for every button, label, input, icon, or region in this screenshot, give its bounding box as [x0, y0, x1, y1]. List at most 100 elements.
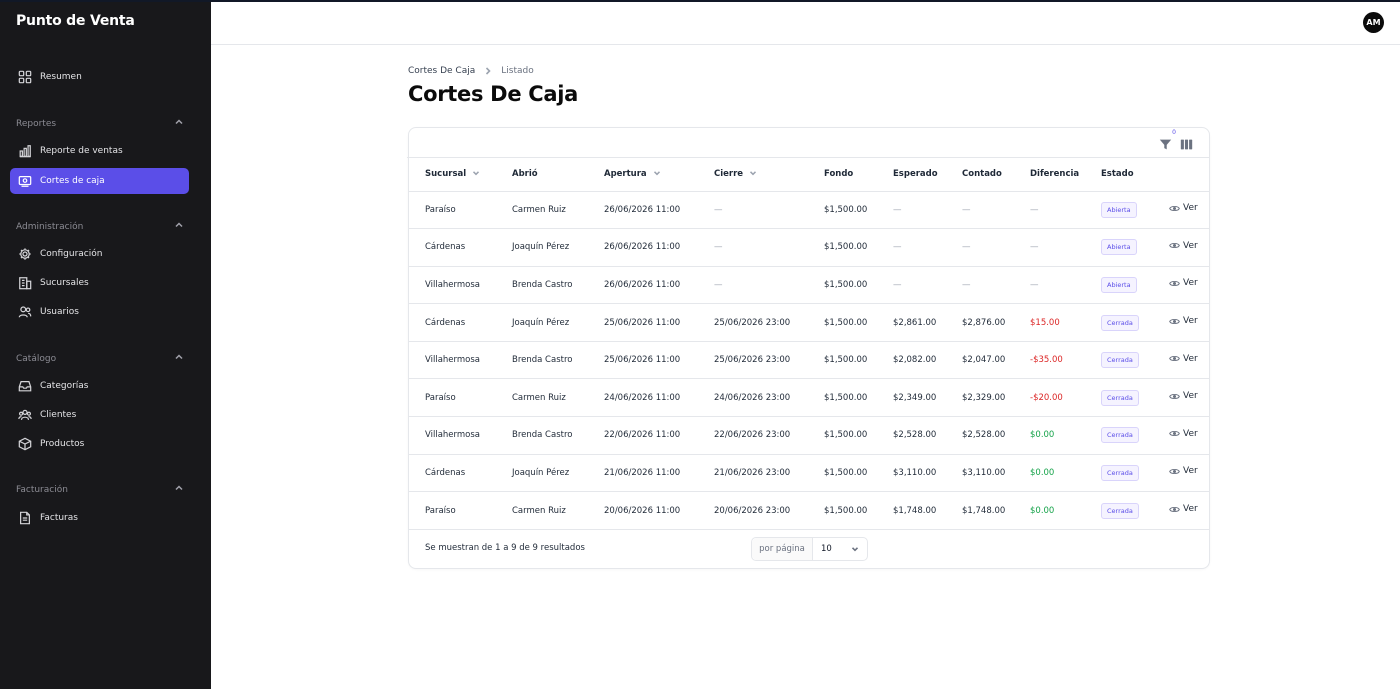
filter-icon[interactable] [1159, 136, 1173, 150]
view-button[interactable]: Ver [1169, 203, 1198, 214]
view-button-label: Ver [1183, 240, 1198, 251]
avatar[interactable]: AM [1363, 12, 1384, 33]
sidebar-item-clientes[interactable]: Clientes [10, 402, 189, 428]
table-row: Cárdenas Joaquín Pérez 25/06/2026 11:00 25/… [409, 303, 1209, 342]
fondo-value: $1,500.00 [824, 204, 868, 215]
sidebar-item-categorias[interactable]: Categorías [10, 373, 189, 399]
fondo-value: $1,500.00 [824, 467, 868, 478]
sidebar-item-sucursales[interactable]: Sucursales [10, 270, 189, 296]
sidebar-item-label: Configuración [40, 249, 103, 259]
view-button[interactable]: Ver [1169, 278, 1198, 289]
sidebar: Punto de Venta Resumen Reportes Reporte … [0, 0, 211, 689]
sidebar-item-resumen[interactable]: Resumen [10, 64, 189, 90]
cell-fondo: $1,500.00 [824, 191, 893, 230]
cierre-value: 25/06/2026 23:00 [714, 355, 791, 366]
filter-count-badge: 0 [1172, 129, 1176, 136]
view-button[interactable]: Ver [1169, 466, 1198, 477]
cell-contado: $1,748.00 [962, 491, 1030, 530]
section-facturacion[interactable]: Facturación [16, 483, 184, 496]
abrio-value: Joaquín Pérez [512, 467, 570, 478]
cell-esperado: — [893, 266, 962, 305]
view-button[interactable]: Ver [1169, 504, 1198, 515]
cell-sucursal: Cárdenas [409, 454, 512, 493]
cierre-value: 20/06/2026 23:00 [714, 505, 791, 516]
apertura-value: 26/06/2026 11:00 [604, 242, 681, 253]
cell-actions: Ver [1169, 454, 1209, 493]
page-title: Cortes De Caja [408, 82, 579, 106]
cell-estado: Cerrada [1101, 491, 1169, 530]
cierre-value: — [714, 242, 723, 253]
diferencia-value: $15.00 [1030, 317, 1060, 328]
cell-sucursal: Villahermosa [409, 266, 512, 305]
cell-fondo: $1,500.00 [824, 491, 893, 530]
columns-icon[interactable] [1180, 136, 1194, 150]
view-button[interactable]: Ver [1169, 240, 1198, 251]
cell-cierre: 21/06/2026 23:00 [714, 454, 824, 493]
status-badge: Abierta [1101, 276, 1137, 293]
eye-icon [1169, 393, 1180, 399]
contado-value: — [962, 242, 971, 253]
table-toolbar: 0 [407, 128, 1209, 158]
view-button[interactable]: Ver [1169, 316, 1198, 327]
user-group-icon [17, 408, 32, 423]
diferencia-value: $0.00 [1030, 467, 1055, 478]
cell-actions: Ver [1169, 228, 1209, 267]
table-row: Villahermosa Brenda Castro 22/06/2026 11:0… [409, 416, 1209, 455]
cell-fondo: $1,500.00 [824, 454, 893, 493]
sidebar-item-cortes-caja[interactable]: Cortes de caja [10, 168, 189, 194]
sidebar-item-reporte-ventas[interactable]: Reporte de ventas [10, 138, 189, 164]
cell-estado: Abierta [1101, 228, 1169, 267]
cell-apertura: 22/06/2026 11:00 [604, 416, 714, 455]
sidebar-item-label: Usuarios [40, 307, 79, 317]
eye-icon [1169, 431, 1180, 437]
eye-icon [1169, 280, 1180, 287]
view-button-label: Ver [1183, 391, 1198, 402]
sidebar-item-productos[interactable]: Productos [10, 431, 189, 457]
esperado-value: — [893, 279, 902, 290]
sidebar-item-facturas[interactable]: Facturas [10, 505, 189, 531]
contado-value: $2,876.00 [962, 317, 1006, 328]
sucursal-value: Paraíso [425, 204, 456, 215]
cell-fondo: $1,500.00 [824, 303, 893, 342]
sucursal-value: Paraíso [425, 505, 456, 516]
column-header-apertura[interactable]: Apertura [604, 158, 714, 192]
chevron-down-icon [466, 169, 480, 180]
cell-cierre: 25/06/2026 23:00 [714, 303, 824, 342]
top-header: AM [211, 2, 1400, 45]
cell-estado: Cerrada [1101, 303, 1169, 342]
view-button[interactable]: Ver [1169, 391, 1198, 402]
column-header-sucursal[interactable]: Sucursal [409, 158, 512, 192]
cell-abrio: Brenda Castro [512, 416, 604, 455]
view-button[interactable]: Ver [1169, 353, 1198, 364]
diferencia-value: — [1030, 204, 1039, 215]
cell-contado: — [962, 228, 1030, 267]
cell-sucursal: Paraíso [409, 491, 512, 530]
view-button[interactable]: Ver [1169, 428, 1198, 439]
table-row: Paraíso Carmen Ruiz 26/06/2026 11:00 — $1,50… [409, 191, 1209, 230]
sidebar-item-configuracion[interactable]: Configuración [10, 241, 189, 267]
cierre-value: 21/06/2026 23:00 [714, 467, 791, 478]
section-reportes[interactable]: Reportes [16, 117, 184, 130]
status-badge: Cerrada [1101, 427, 1139, 444]
cell-esperado: — [893, 228, 962, 267]
diferencia-value: — [1030, 279, 1039, 290]
sucursal-value: Villahermosa [425, 430, 481, 441]
eye-icon [1169, 318, 1180, 324]
section-administracion[interactable]: Administración [16, 220, 184, 233]
sidebar-item-usuarios[interactable]: Usuarios [10, 299, 189, 325]
cell-apertura: 21/06/2026 11:00 [604, 454, 714, 493]
section-catalogo[interactable]: Catálogo [16, 352, 184, 365]
abrio-value: Carmen Ruiz [512, 505, 566, 516]
cell-actions: Ver [1169, 378, 1209, 418]
per-page-select[interactable]: 10 [813, 538, 867, 560]
tray-icon [17, 379, 32, 394]
sidebar-item-label: Categorías [40, 381, 89, 391]
app-brand[interactable]: Punto de Venta [16, 13, 135, 29]
cell-apertura: 25/06/2026 11:00 [604, 303, 714, 342]
breadcrumb-parent[interactable]: Cortes De Caja [408, 66, 475, 76]
cell-apertura: 20/06/2026 11:00 [604, 491, 714, 530]
apertura-value: 22/06/2026 11:00 [604, 430, 681, 441]
per-page-selector[interactable]: por página 10 [751, 537, 868, 561]
abrio-value: Joaquín Pérez [512, 242, 570, 253]
column-header-cierre[interactable]: Cierre [714, 158, 824, 192]
